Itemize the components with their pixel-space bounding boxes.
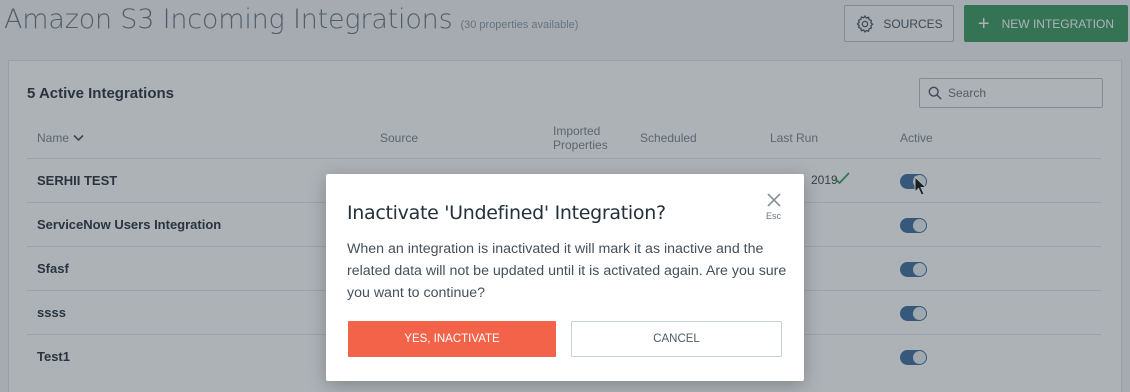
inactivate-dialog: Inactivate 'Undefined' Integration? Esc …	[326, 174, 804, 381]
dialog-title: Inactivate 'Undefined' Integration?	[347, 202, 666, 224]
esc-label: Esc	[766, 211, 782, 221]
dialog-message: When an integration is inactivated it wi…	[347, 241, 787, 301]
close-icon[interactable]	[766, 192, 782, 208]
cancel-button[interactable]: CANCEL	[571, 321, 782, 357]
confirm-inactivate-button[interactable]: YES, INACTIVATE	[348, 321, 556, 357]
